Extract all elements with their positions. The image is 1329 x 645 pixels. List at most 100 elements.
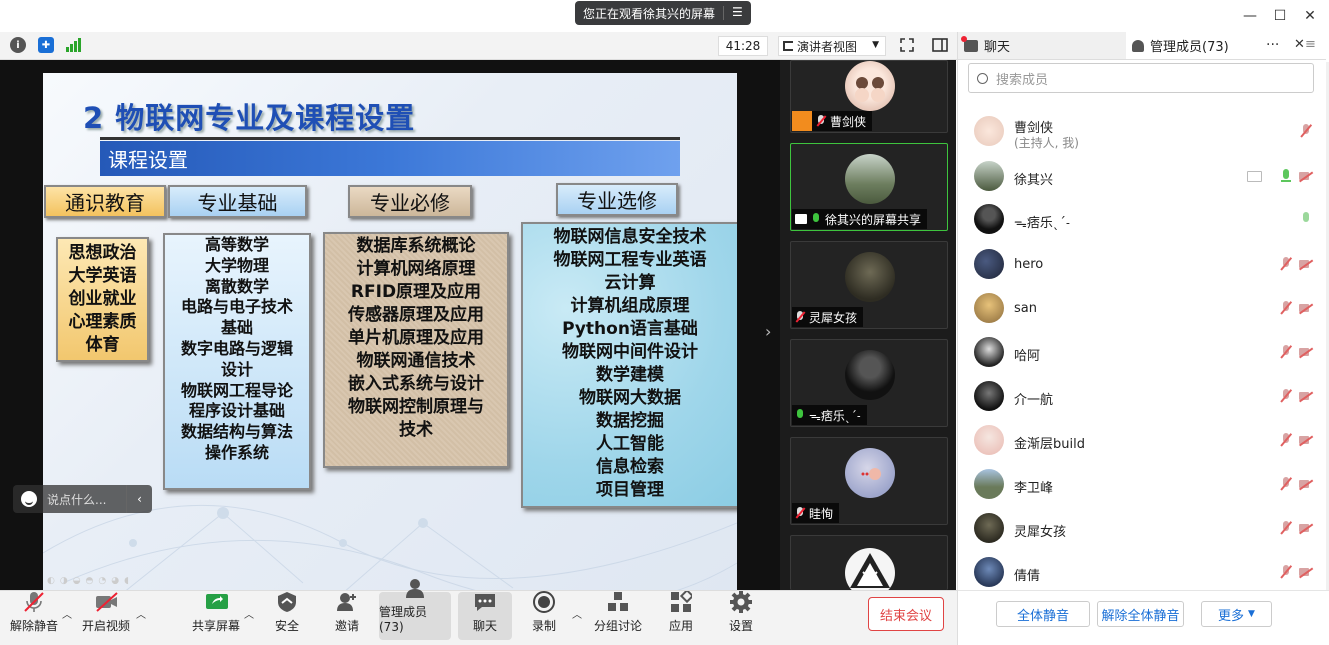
member-search-input[interactable]: 搜索成员 <box>968 63 1314 93</box>
mic-muted-icon[interactable] <box>1278 344 1294 360</box>
view-selector[interactable]: 演讲者视图 ▼ <box>778 36 886 56</box>
member-row[interactable]: 介一航 <box>958 375 1318 419</box>
end-meeting-button[interactable]: 结束会议 <box>868 597 944 631</box>
security-button[interactable]: 安全 <box>268 592 306 640</box>
category-header: 专业基础 <box>168 185 307 218</box>
course-list: 物联网信息安全技术 物联网工程专业英语 云计算 计算机组成原理 Python语言基础 物联… <box>521 222 737 508</box>
unmute-all-button[interactable]: 解除全体静音 <box>1097 601 1184 627</box>
invite-label: 邀请 <box>334 619 359 633</box>
camera-off-icon[interactable] <box>1298 476 1314 492</box>
signal-icon[interactable] <box>66 38 82 52</box>
mic-muted-icon[interactable] <box>1278 256 1294 272</box>
layout-toggle-icon[interactable] <box>932 38 948 52</box>
screen-share-icon <box>795 214 807 224</box>
apps-button[interactable]: 应用 <box>662 588 700 640</box>
course-item: 传感器原理及应用 <box>348 305 484 325</box>
chevron-left-icon[interactable]: ‹ <box>126 485 152 513</box>
menu-icon[interactable]: ☰ <box>732 5 743 19</box>
breakout-rooms-button[interactable]: 分组讨论 <box>594 592 642 640</box>
more-options-icon[interactable]: ··· <box>1266 37 1279 53</box>
camera-off-icon[interactable] <box>1298 564 1314 580</box>
video-thumbnail[interactable] <box>790 535 948 598</box>
mic-on-icon[interactable] <box>1278 168 1294 184</box>
slide-control-icons[interactable]: ◐◑◒◓◔◕◖ <box>47 576 134 586</box>
share-screen-button[interactable]: 共享屏幕 <box>190 592 242 640</box>
course-item: 离散数学 <box>204 276 269 296</box>
member-row[interactable]: hero <box>958 243 1318 287</box>
participant-name: 徐其兴的屏幕共享 <box>825 212 922 227</box>
member-row[interactable]: 灵犀女孩 <box>958 507 1318 551</box>
chat-button[interactable]: 聊天 <box>458 592 512 640</box>
chevron-up-icon[interactable]: ︿ <box>136 606 146 621</box>
members-label: 管理成员(73) <box>379 605 428 634</box>
member-row[interactable]: 李卫峰 <box>958 463 1318 507</box>
video-thumbnail[interactable]: 曹剑侠 <box>790 60 948 133</box>
chevron-up-icon[interactable]: ︿ <box>244 606 254 621</box>
avatar <box>974 469 1004 499</box>
chat-quick-input[interactable]: 说点什么... ‹ <box>13 485 152 513</box>
member-name: hero <box>1014 257 1044 272</box>
member-name: 李卫峰 <box>1014 481 1054 496</box>
tab-members[interactable]: 管理成员(73) ··· ✕ <box>1126 32 1326 60</box>
close-button[interactable]: ✕ <box>1300 6 1320 26</box>
tab-members-label: 管理成员(73) <box>1150 40 1229 55</box>
camera-off-icon[interactable] <box>1298 432 1314 448</box>
camera-off-icon[interactable] <box>1298 256 1314 272</box>
maximize-button[interactable]: ☐ <box>1270 6 1290 26</box>
video-thumbnail[interactable]: ᯓ痞乐ˎˊ˗ <box>790 339 948 427</box>
member-row[interactable]: 金渐层build <box>958 419 1318 463</box>
avatar <box>845 154 895 204</box>
unmute-button[interactable]: 解除静音 <box>8 592 60 640</box>
video-thumbnail[interactable]: 眭恂 <box>790 437 948 525</box>
settings-button[interactable]: 设置 <box>722 591 760 640</box>
member-row[interactable]: 哈阿 <box>958 331 1318 375</box>
camera-off-icon[interactable] <box>1298 168 1314 184</box>
manage-members-button[interactable]: 管理成员(73) <box>379 579 451 640</box>
start-video-button[interactable]: 开启视频 <box>82 592 130 640</box>
mic-muted-icon[interactable] <box>1278 476 1294 492</box>
camera-off-icon[interactable] <box>1298 520 1314 536</box>
shield-icon <box>276 591 298 613</box>
chevron-up-icon[interactable]: ︿ <box>62 606 72 621</box>
member-row-host[interactable]: 曹剑侠 (主持人, 我) <box>958 110 1318 154</box>
close-panel-icon[interactable]: ✕ <box>1294 37 1305 52</box>
minimize-button[interactable]: — <box>1240 6 1260 26</box>
avatar <box>845 350 895 400</box>
collapse-thumbnails-icon[interactable]: › <box>765 322 771 341</box>
avatar <box>974 249 1004 279</box>
more-button[interactable]: 更多 ▼ <box>1201 601 1272 627</box>
mic-muted-icon[interactable] <box>1278 564 1294 580</box>
emoji-icon[interactable] <box>21 491 37 507</box>
member-row[interactable]: san <box>958 287 1318 331</box>
mic-on-icon[interactable] <box>1298 211 1314 227</box>
video-thumbnail[interactable]: 灵犀女孩 <box>790 241 948 329</box>
member-row[interactable]: ᯓ痞乐ˎˊ˗ <box>958 198 1318 242</box>
slide-subtitle-ribbon: 课程设置 <box>100 141 680 176</box>
info-icon[interactable]: i <box>10 37 26 53</box>
member-row[interactable]: 徐其兴 <box>958 155 1318 199</box>
sharing-banner[interactable]: 您正在观看徐其兴的屏幕 ☰ <box>575 1 751 25</box>
chevron-up-icon[interactable]: ︿ <box>572 606 582 621</box>
invite-button[interactable]: 邀请 <box>328 592 366 640</box>
mic-muted-icon[interactable] <box>1278 432 1294 448</box>
mic-muted-icon[interactable] <box>1298 123 1314 139</box>
mute-all-button[interactable]: 全体静音 <box>996 601 1090 627</box>
tab-chat[interactable]: 聊天 <box>958 32 1126 60</box>
camera-off-icon[interactable] <box>1298 388 1314 404</box>
shield-icon[interactable]: ✚ <box>38 37 54 53</box>
member-name: san <box>1014 301 1037 316</box>
course-item: 信息检索 <box>596 457 664 477</box>
course-list: 高等数学 大学物理 离散数学 电路与电子技术 基础 数字电路与逻辑 设计 物联网工程导论 程序设… <box>163 233 311 490</box>
record-button[interactable]: 录制 <box>526 591 562 640</box>
mic-muted-icon[interactable] <box>1278 520 1294 536</box>
mic-muted-icon[interactable] <box>1278 388 1294 404</box>
fullscreen-icon[interactable] <box>900 38 914 52</box>
course-list: 思想政治 大学英语 创业就业 心理素质 体育 <box>56 237 149 362</box>
camera-off-icon[interactable] <box>1298 344 1314 360</box>
mic-muted-icon[interactable] <box>1278 300 1294 316</box>
divider <box>100 137 680 140</box>
panel-menu-icon[interactable]: ≡ <box>1305 37 1316 52</box>
video-thumbnail-active[interactable]: 徐其兴的屏幕共享 <box>790 143 948 231</box>
member-row[interactable]: 倩倩 <box>958 551 1318 590</box>
camera-off-icon[interactable] <box>1298 300 1314 316</box>
